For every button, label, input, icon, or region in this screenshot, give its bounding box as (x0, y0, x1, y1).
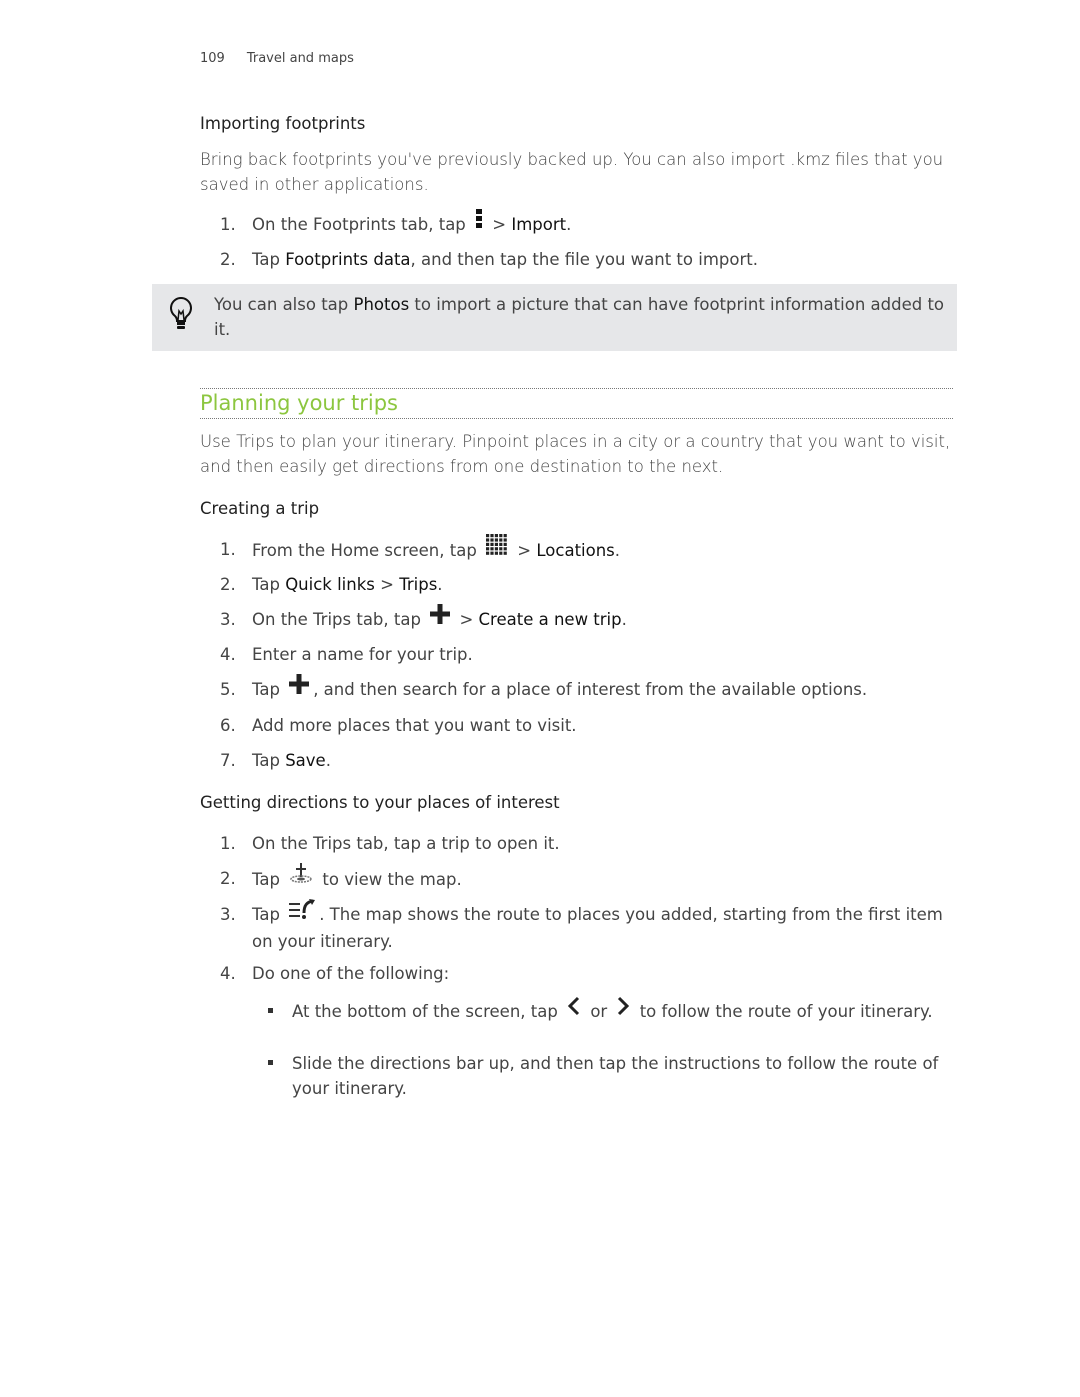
step: 7. Tap Save. (220, 748, 960, 773)
step: 1. On the Trips tab, tap a trip to open i… (220, 831, 960, 856)
step-text: Tap (252, 680, 286, 699)
step: 3. On the Trips tab, tap > Create a new t… (220, 604, 960, 634)
page-number: 109 (200, 51, 225, 66)
step-text: . (621, 610, 627, 629)
step-number: 3. (220, 905, 236, 924)
plus-icon (289, 674, 310, 701)
step-text: or (585, 1002, 613, 1021)
step-number: 3. (220, 610, 236, 629)
intro-paragraph: Use Trips to plan your itinerary. Pinpoi… (200, 432, 951, 476)
ui-label: Locations (536, 541, 615, 560)
step-text: Tap (252, 250, 286, 269)
ui-label: Save (285, 751, 326, 770)
map-pin-icon (289, 863, 313, 892)
step-text: Tap (252, 751, 286, 770)
step-text: You can also tap (214, 295, 354, 314)
ui-label: Import (511, 215, 567, 234)
step-text: Do one of the following: (252, 964, 450, 983)
step: 5. Tap , and then search for a place of i… (220, 674, 960, 704)
ui-label: Create a new trip (478, 610, 622, 629)
chapter-heading: Planning your trips (200, 391, 399, 415)
step-text: . (437, 575, 443, 594)
tip-note: You can also tap Photos to import a pict… (152, 284, 957, 351)
chevron-right-icon (616, 996, 630, 1023)
bullet-marker (268, 1060, 273, 1065)
step: 6. Add more places that you want to visit… (220, 713, 960, 738)
step-text: From the Home screen, tap (252, 541, 483, 560)
menu-icon (475, 209, 483, 236)
step: 4. Do one of the following: (220, 961, 960, 986)
step-text: > (374, 575, 400, 594)
step: 3. Tap . The map shows the route to place… (220, 899, 960, 954)
ui-label: Footprints data (285, 250, 411, 269)
step-number: 2. (220, 575, 236, 594)
step-text: Enter a name for your trip. (252, 645, 473, 664)
step-text: Slide the directions bar up, and then ta… (292, 1054, 939, 1098)
step-number: 2. (220, 869, 236, 888)
step-text: Add more places that you want to visit. (252, 716, 577, 735)
ui-label: Trips (399, 575, 438, 594)
step-text: > (487, 215, 512, 234)
step-text: Tap (252, 575, 286, 594)
divider (200, 388, 953, 389)
ui-label: Photos (353, 295, 410, 314)
step-text: At the bottom of the screen, tap (292, 1002, 564, 1021)
step-text: , and then tap the file you want to impo… (410, 250, 758, 269)
step-number: 4. (220, 645, 236, 664)
step: 2. Tap Quick links > Trips. (220, 572, 960, 597)
step-text: . (614, 541, 621, 560)
intro-paragraph: Bring back footprints you've previously … (200, 150, 944, 194)
step-text: . The map shows the route to places you … (252, 905, 943, 951)
step: 2. Tap to view the map. (220, 863, 960, 895)
step: 1. On the Footprints tab, tap > Import. (220, 209, 960, 239)
page-header: 109 Travel and maps (200, 51, 376, 66)
step-number: 1. (220, 834, 236, 853)
step-text: On the Footprints tab, tap (252, 215, 472, 234)
step-number: 1. (220, 540, 236, 559)
section-title: Getting directions to your places of int… (200, 793, 560, 812)
chapter-title: Travel and maps (246, 51, 354, 66)
bullet-item: Slide the directions bar up, and then ta… (268, 1051, 958, 1101)
step-text: Tap (252, 905, 286, 924)
step-text: to follow the route of your itinerary. (634, 1002, 933, 1021)
lightbulb-icon (169, 296, 193, 336)
step: 1. From the Home screen, tap > Locations. (220, 534, 960, 566)
step-text: . (325, 751, 331, 770)
step: 2. Tap Footprints data, and then tap the … (220, 250, 758, 269)
ui-label: Quick links (285, 575, 375, 594)
plus-icon (430, 604, 451, 631)
step-number: 6. (220, 716, 236, 735)
step-text: > (454, 610, 479, 629)
step-text: Tap (252, 870, 286, 889)
route-icon (289, 899, 316, 926)
bullet-marker (268, 1008, 273, 1013)
step: 4. Enter a name for your trip. (220, 642, 960, 667)
step-text: On the Trips tab, tap (252, 610, 427, 629)
chevron-left-icon (567, 996, 581, 1023)
section-title: Importing footprints (200, 114, 366, 133)
apps-grid-icon (486, 534, 508, 563)
step-number: 5. (220, 680, 236, 699)
step-text: , and then search for a place of interes… (313, 680, 868, 699)
bullet-item: At the bottom of the screen, tap or to f… (268, 996, 958, 1026)
section-title: Creating a trip (200, 499, 320, 518)
step-text: . (566, 215, 572, 234)
step-number: 4. (220, 964, 236, 983)
step-number: 7. (220, 751, 236, 770)
divider (200, 418, 953, 419)
step-text: to view the map. (317, 870, 462, 889)
step-text: > (512, 541, 537, 560)
step-text: On the Trips tab, tap a trip to open it. (252, 834, 560, 853)
